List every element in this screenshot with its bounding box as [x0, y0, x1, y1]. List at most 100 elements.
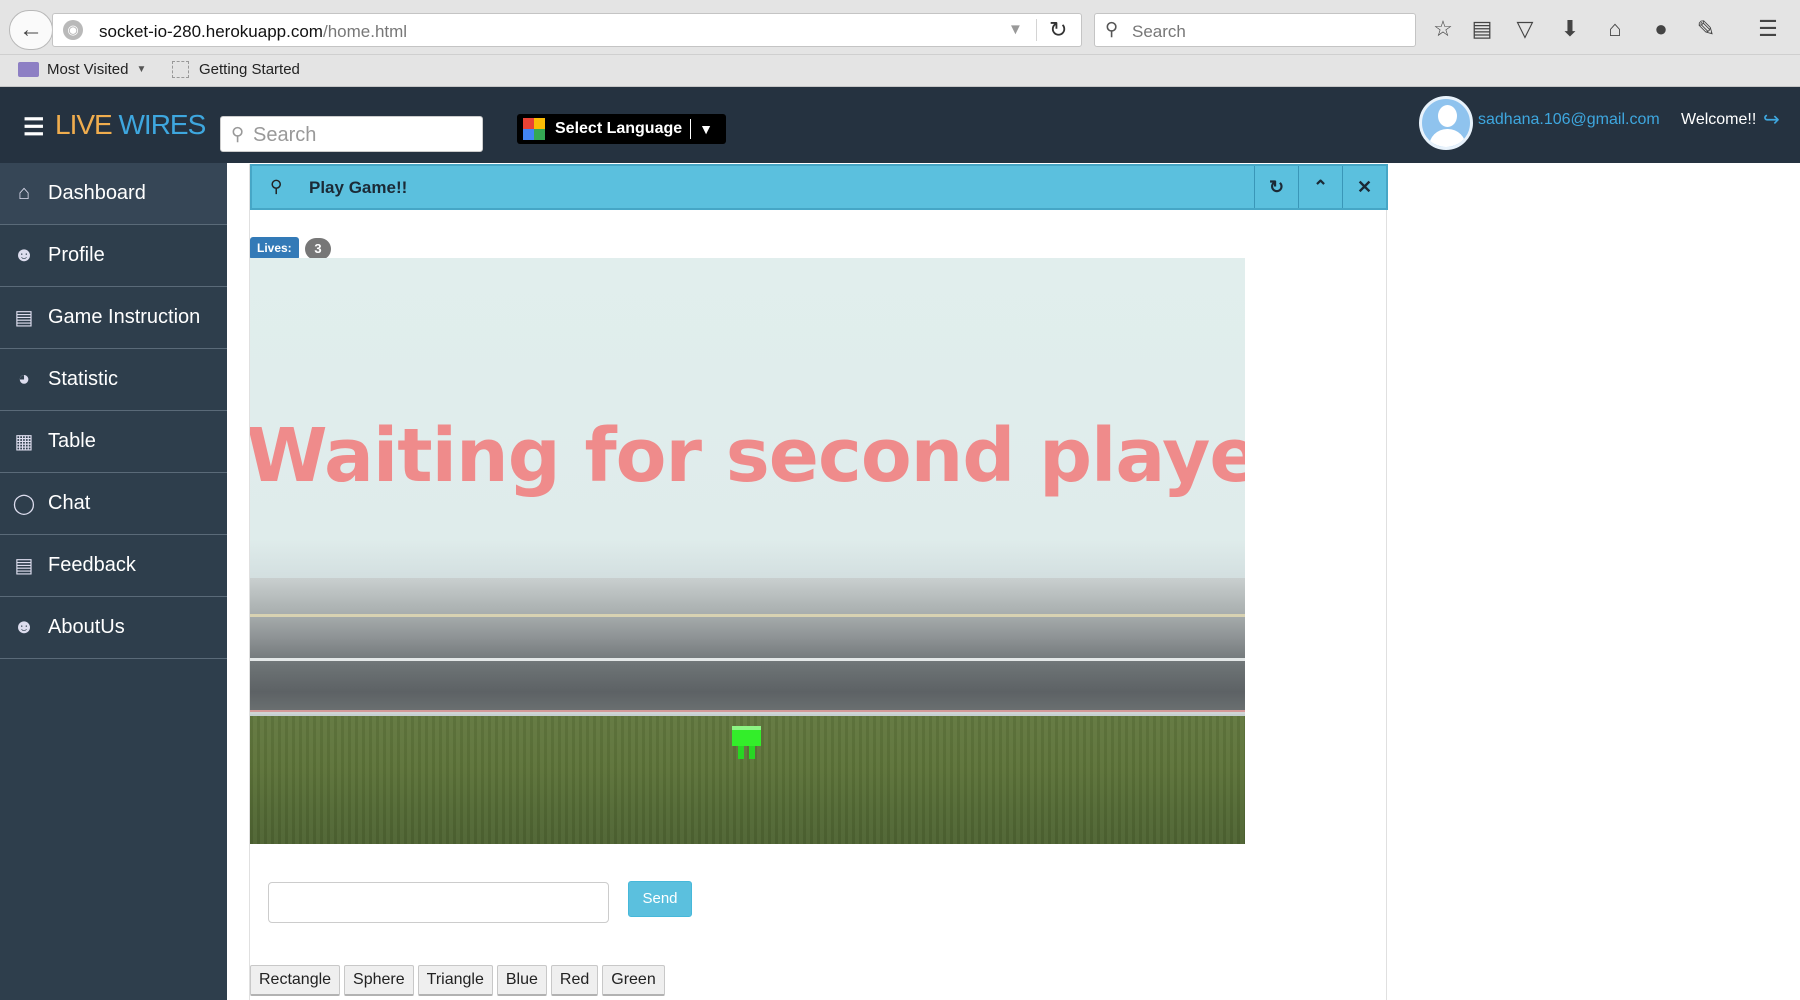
close-button[interactable]: ✕	[1342, 166, 1386, 208]
url-path: /home.html	[322, 22, 408, 41]
chevron-up-icon: ⌃	[1312, 176, 1329, 197]
app-header: ☰ LIVE WIRES ⚲ Search Select Language ▼ …	[0, 87, 1800, 163]
sidebar: ⌂ Dashboard ☻ Profile ▤ Game Instruction…	[0, 163, 227, 1000]
player-leg	[738, 746, 744, 759]
refresh-button[interactable]: ↻	[1254, 166, 1298, 208]
user-icon: ☻	[13, 616, 35, 638]
chevron-down-icon: ▼	[699, 121, 714, 137]
url-separator	[1036, 19, 1037, 41]
player-leg	[749, 746, 755, 759]
bookmark-star-icon[interactable]: ☆	[1428, 15, 1458, 43]
avatar[interactable]	[1419, 96, 1473, 150]
user-icon: ☻	[13, 244, 35, 266]
url-bar[interactable]: ◉ socket-io-280.herokuapp.com/home.html …	[52, 13, 1082, 47]
shape-color-buttons: Rectangle Sphere Triangle Blue Red Green	[250, 965, 665, 996]
lives-label: Lives:	[250, 237, 299, 260]
avatar-head	[1438, 105, 1457, 127]
app-search-placeholder: Search	[253, 124, 317, 146]
sidebar-item-label: Game Instruction	[48, 306, 201, 328]
page-icon	[172, 61, 189, 78]
url-dropdown-icon[interactable]: ▼	[1008, 21, 1023, 38]
game-canvas[interactable]: Waiting for second player	[250, 258, 1245, 844]
sidebar-item-dashboard[interactable]: ⌂ Dashboard	[0, 163, 227, 225]
road-line	[250, 658, 1245, 661]
home-icon: ⌂	[17, 182, 31, 204]
avatar-body	[1429, 129, 1466, 147]
triangle-button[interactable]: Triangle	[417, 965, 493, 996]
sidebar-item-feedback[interactable]: ▤ Feedback	[0, 535, 227, 597]
document-icon: ▤	[14, 307, 34, 329]
bookmark-label: Getting Started	[199, 61, 300, 78]
bookmark-getting-started[interactable]: Getting Started	[172, 61, 300, 78]
sidebar-item-game-instruction[interactable]: ▤ Game Instruction	[0, 287, 227, 349]
sidebar-item-aboutus[interactable]: ☻ AboutUs	[0, 597, 227, 659]
reload-icon[interactable]: ↻	[1049, 17, 1067, 43]
language-separator	[690, 119, 692, 139]
app-logo[interactable]: LIVE WIRES	[55, 109, 206, 141]
bookmark-most-visited[interactable]: Most Visited ▼	[18, 61, 146, 78]
user-email-link[interactable]: sadhana.106@gmail.com	[1478, 111, 1660, 129]
game-panel: ⚲ Play Game!! ↻ ⌃ ✕ Lives: 3 Waiting for…	[249, 164, 1388, 1000]
panel-title: Play Game!!	[309, 178, 408, 197]
sphere-button[interactable]: Sphere	[344, 965, 414, 996]
close-icon: ✕	[1356, 176, 1373, 197]
sidebar-item-profile[interactable]: ☻ Profile	[0, 225, 227, 287]
download-icon[interactable]: ⬇	[1555, 15, 1585, 43]
url-text: socket-io-280.herokuapp.com/home.html	[99, 22, 407, 42]
chat-bubble-icon[interactable]: ●	[1646, 15, 1676, 43]
chat-message-input[interactable]	[268, 882, 609, 923]
road-line	[250, 614, 1245, 617]
hamburger-menu-icon[interactable]: ☰	[23, 113, 45, 142]
sidebar-item-table[interactable]: ▦ Table	[0, 411, 227, 473]
app-search-input[interactable]: ⚲ Search	[220, 116, 483, 152]
sidebar-item-label: Chat	[48, 492, 91, 514]
site-info-icon[interactable]: ◉	[63, 20, 83, 40]
lives-count-badge: 3	[305, 238, 331, 260]
search-icon: ⚲	[231, 124, 245, 144]
collapse-button[interactable]: ⌃	[1298, 166, 1342, 208]
refresh-icon: ↻	[1268, 176, 1285, 197]
blue-button[interactable]: Blue	[496, 965, 547, 996]
browser-toolbar: ← ◉ socket-io-280.herokuapp.com/home.htm…	[0, 0, 1800, 55]
sidebar-item-statistic[interactable]: ◕ Statistic	[0, 349, 227, 411]
search-icon: ⚲	[1105, 19, 1119, 39]
back-button[interactable]: ←	[9, 10, 53, 50]
red-button[interactable]: Red	[550, 965, 599, 996]
bookmark-label: Most Visited	[47, 61, 129, 78]
sidebar-item-label: Statistic	[48, 368, 119, 390]
pocket-icon[interactable]: ▽	[1510, 15, 1540, 43]
sidebar-item-label: Feedback	[48, 554, 136, 576]
sidebar-item-label: Dashboard	[48, 182, 146, 204]
player-body	[732, 726, 761, 746]
logo-wires: WIRES	[118, 109, 206, 140]
bookmarks-bar: Most Visited ▼ Getting Started	[0, 55, 1800, 87]
sidebar-item-label: Table	[48, 430, 96, 452]
folder-icon	[18, 62, 39, 77]
sidebar-item-chat[interactable]: ◯ Chat	[0, 473, 227, 535]
welcome-text: Welcome!!	[1681, 111, 1757, 128]
language-select[interactable]: Select Language ▼	[517, 114, 726, 144]
green-button[interactable]: Green	[602, 965, 665, 996]
extension-icon[interactable]: ✎	[1691, 15, 1721, 43]
table-icon: ▦	[14, 431, 34, 453]
browser-search-input[interactable]: ⚲ Search	[1094, 13, 1416, 47]
chevron-down-icon: ▼	[136, 64, 147, 75]
road-line	[250, 710, 1245, 714]
logout-icon[interactable]: ↪	[1763, 107, 1780, 132]
language-label: Select Language	[555, 120, 683, 137]
home-icon[interactable]: ⌂	[1600, 15, 1630, 43]
google-translate-icon	[523, 118, 545, 140]
browser-search-placeholder: Search	[1132, 22, 1186, 41]
game-status-message: Waiting for second player	[250, 413, 1245, 499]
map-pin-icon: ⚲	[270, 177, 283, 196]
game-road	[250, 578, 1245, 712]
logo-live: LIVE	[55, 109, 113, 140]
sidebar-item-label: Profile	[48, 244, 105, 266]
url-host: socket-io-280.herokuapp.com	[99, 22, 323, 41]
send-button[interactable]: Send	[628, 881, 692, 917]
menu-icon[interactable]: ☰	[1753, 15, 1783, 43]
player-character	[732, 726, 761, 761]
document-icon: ▤	[14, 555, 34, 577]
reading-list-icon[interactable]: ▤	[1467, 15, 1497, 43]
rectangle-button[interactable]: Rectangle	[250, 965, 341, 996]
